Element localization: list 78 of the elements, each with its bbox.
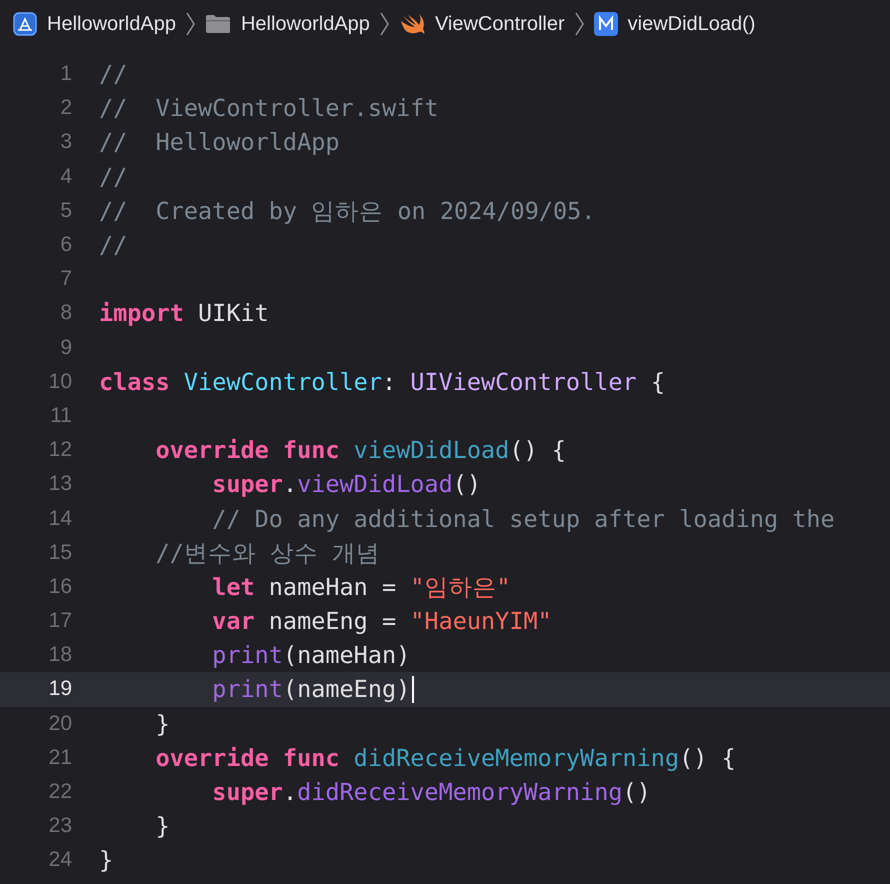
code-keyword: super xyxy=(211,778,283,806)
code-text: () { xyxy=(679,744,736,772)
function-name: didReceiveMemoryWarning xyxy=(352,744,680,772)
code-keyword: var xyxy=(211,607,255,636)
line-number: 10 xyxy=(48,370,73,394)
chevron-icon xyxy=(186,12,195,36)
code-text: . xyxy=(282,470,298,498)
line-number: 12 xyxy=(48,438,73,462)
code-text: UIKit xyxy=(197,299,269,328)
line-number: 5 xyxy=(59,198,73,223)
string-literal: "HaeunYIM" xyxy=(410,607,552,636)
code-text: (nameEng) xyxy=(282,675,410,704)
method-call: print xyxy=(211,675,283,704)
method-icon xyxy=(594,12,618,36)
folder-icon xyxy=(204,14,231,34)
code-text: } xyxy=(99,846,114,874)
line-number: 13 xyxy=(48,472,73,496)
line-number: 7 xyxy=(59,267,73,292)
code-text: : xyxy=(382,368,396,396)
code-keyword: class xyxy=(99,368,170,396)
line-number: 14 xyxy=(48,506,73,531)
line-number: 6 xyxy=(59,233,73,258)
code-text: () xyxy=(622,778,651,806)
line-number: 1 xyxy=(59,62,73,86)
type-name: UIViewController xyxy=(409,368,637,396)
code-text: { xyxy=(650,368,665,396)
text-cursor xyxy=(412,676,414,703)
code-text: (nameHan) xyxy=(282,641,410,670)
line-number: 24 xyxy=(48,848,73,872)
code-text: nameHan = xyxy=(268,572,398,601)
bird-icon xyxy=(398,13,425,35)
breadcrumb-item[interactable]: HelloworldApp xyxy=(204,12,370,36)
code-text: () xyxy=(452,470,482,498)
line-number: 16 xyxy=(48,574,73,599)
code-text: () { xyxy=(509,436,566,464)
line-number: 23 xyxy=(48,814,73,838)
type-name: ViewController xyxy=(182,368,382,396)
line-number: 15 xyxy=(48,540,73,565)
line-number: 2 xyxy=(59,96,73,120)
code-text: nameEng = xyxy=(268,607,398,636)
line-number: 17 xyxy=(48,609,73,634)
line-number: 8 xyxy=(59,301,73,326)
line-number: 11 xyxy=(49,404,73,428)
app-icon xyxy=(13,12,37,36)
code-text: } xyxy=(154,710,170,738)
code-comment: // Created by 임하은 on 2024/09/05. xyxy=(99,196,596,227)
code-text: } xyxy=(154,812,170,840)
line-number: 3 xyxy=(59,130,73,154)
line-number: 19 xyxy=(48,677,73,702)
code-comment: // xyxy=(99,60,128,88)
method-call: viewDidLoad xyxy=(297,470,453,498)
line-number: 18 xyxy=(48,643,73,668)
code-comment: // ViewController.swift xyxy=(99,94,439,122)
code-text: . xyxy=(282,778,298,806)
chevron-icon xyxy=(380,12,389,36)
function-name: viewDidLoad xyxy=(352,436,510,464)
breadcrumb-item[interactable]: viewDidLoad() xyxy=(594,12,756,36)
line-number: 22 xyxy=(48,780,73,804)
breadcrumb-item[interactable]: HelloworldApp xyxy=(13,12,176,36)
line-number: 20 xyxy=(48,712,73,736)
code-keyword: override func xyxy=(154,744,340,772)
code-keyword: import xyxy=(99,299,184,328)
code-keyword: super xyxy=(211,470,283,498)
code-keyword: override func xyxy=(154,436,340,464)
method-call: print xyxy=(211,641,283,670)
line-number: 9 xyxy=(59,336,73,360)
line-number: 21 xyxy=(48,746,73,770)
code-comment: //변수와 상수 개념 xyxy=(154,538,380,569)
line-number: 4 xyxy=(59,164,73,189)
code-comment: // xyxy=(99,162,128,191)
code-comment: // xyxy=(99,231,128,260)
code-keyword: let xyxy=(211,572,255,601)
string-literal: "임하은" xyxy=(410,572,511,603)
breadcrumb-item[interactable]: ViewController xyxy=(398,12,565,36)
code-comment: // HelloworldApp xyxy=(99,128,340,156)
code-comment: // Do any additional setup after loading the xyxy=(211,504,835,533)
chevron-icon xyxy=(574,12,584,36)
method-call: didReceiveMemoryWarning xyxy=(297,778,623,806)
